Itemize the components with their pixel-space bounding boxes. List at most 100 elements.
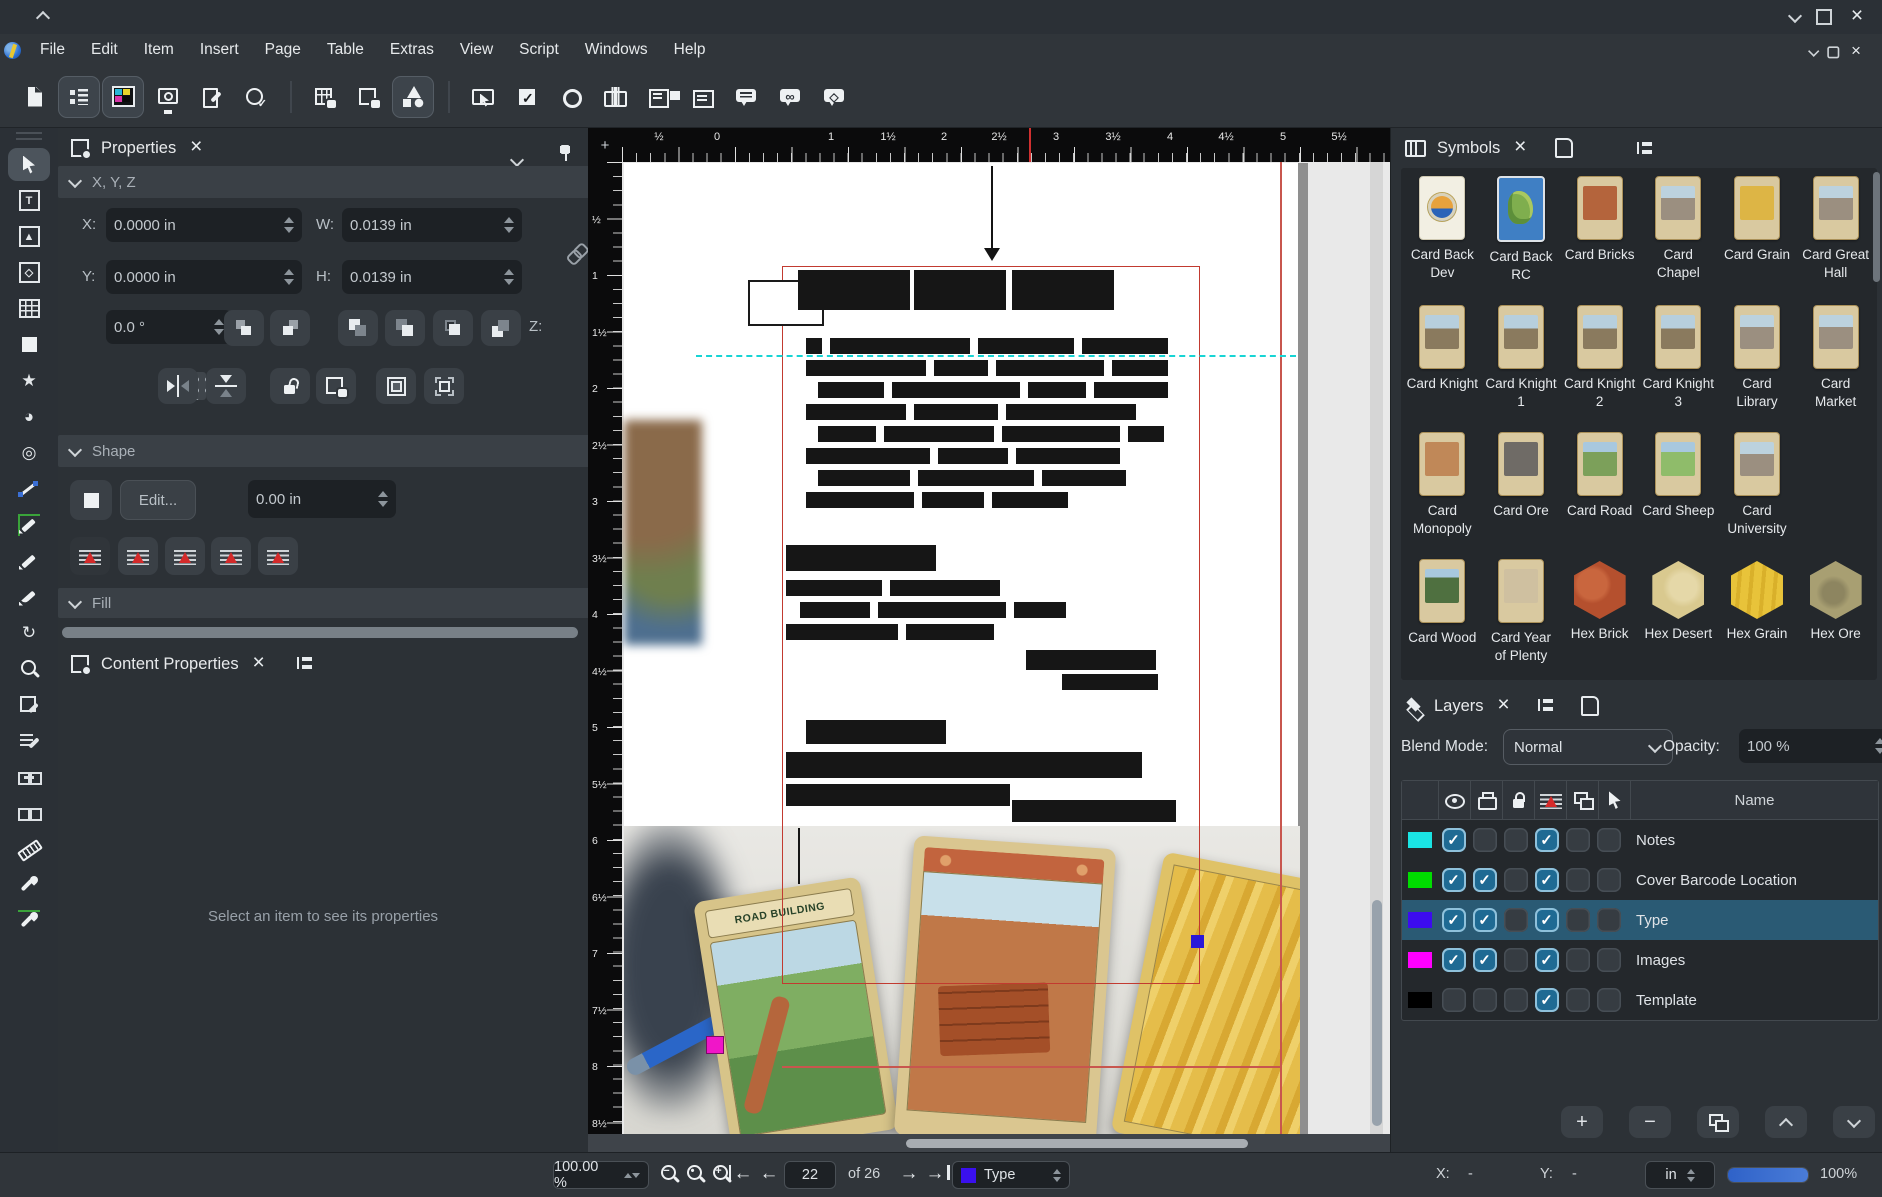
shape-edit-button[interactable]: Edit...: [120, 480, 196, 520]
layer-name[interactable]: Images: [1624, 952, 1878, 969]
layer-printer-checkbox[interactable]: [1473, 868, 1497, 892]
layer-printer-checkbox[interactable]: [1473, 948, 1497, 972]
insert-render-frame-tool[interactable]: [8, 256, 50, 289]
symbol-thumbnail-knight[interactable]: [1577, 305, 1623, 369]
textflow-contour-button[interactable]: [211, 537, 251, 575]
insert-text-frame-tool[interactable]: [8, 184, 50, 217]
layer-lock-checkbox[interactable]: [1504, 828, 1528, 852]
symbol-item[interactable]: Card Back Dev: [1403, 176, 1482, 291]
layer-eye-checkbox[interactable]: [1442, 988, 1466, 1012]
pdf-checkbox-button[interactable]: [506, 76, 548, 118]
lower-layer-button[interactable]: [1833, 1106, 1875, 1138]
layer-cursor-checkbox[interactable]: [1597, 868, 1621, 892]
layer-color-cell[interactable]: [1402, 872, 1438, 888]
rotate-ccw-button[interactable]: [224, 310, 264, 346]
toolbar-grip[interactable]: [16, 138, 42, 140]
window-close-icon[interactable]: [1846, 6, 1868, 28]
unit-dropdown[interactable]: in: [1645, 1161, 1715, 1189]
layer-printer-checkbox[interactable]: [1473, 828, 1497, 852]
layer-eye-checkbox[interactable]: [1442, 948, 1466, 972]
rotation-input[interactable]: 0.0 °: [106, 310, 232, 344]
textflow-off-button[interactable]: [70, 537, 110, 575]
type-layer-handle[interactable]: [1191, 935, 1204, 948]
rotate-item-tool[interactable]: [8, 616, 50, 649]
menu-item-item[interactable]: Item: [131, 41, 187, 59]
pdf-radio-button-button[interactable]: [550, 76, 592, 118]
menu-item-windows[interactable]: Windows: [572, 41, 661, 59]
window-maximize-icon[interactable]: [1816, 9, 1832, 25]
properties-close-icon[interactable]: [185, 137, 207, 159]
layer-color-swatch[interactable]: [1408, 832, 1432, 848]
symbol-item[interactable]: Card Sheep: [1639, 432, 1718, 545]
duplicate-layer-button[interactable]: [1697, 1106, 1739, 1138]
symbol-thumbnail-building[interactable]: [1734, 432, 1780, 496]
zoom-default-button[interactable]: •: [682, 1161, 708, 1187]
symbol-thumbnail-building[interactable]: [1655, 176, 1701, 240]
raise-to-top-button[interactable]: [338, 310, 378, 346]
insert-polygon-tool[interactable]: [8, 364, 50, 397]
layer-objects-checkbox[interactable]: [1566, 948, 1590, 972]
vertical-ruler[interactable]: ½11½22½33½44½55½66½77½88½: [588, 162, 622, 1134]
symbol-item[interactable]: Card Knight 2: [1560, 305, 1639, 418]
layer-cursor-checkbox[interactable]: [1597, 828, 1621, 852]
print-preview-button[interactable]: [146, 76, 188, 118]
symbol-item[interactable]: Card Knight 3: [1639, 305, 1718, 418]
flip-horizontal-button[interactable]: [158, 368, 198, 404]
story-editor-tool[interactable]: [8, 724, 50, 757]
blend-mode-dropdown[interactable]: Normal: [1503, 729, 1673, 765]
layer-color-cell[interactable]: [1402, 832, 1438, 848]
previous-page-button[interactable]: ←: [756, 1161, 782, 1187]
textflow-clip-button[interactable]: [258, 537, 298, 575]
toggle-grid-lock-button[interactable]: [304, 76, 346, 118]
layer-eye-checkbox[interactable]: [1442, 908, 1466, 932]
insert-arc-tool[interactable]: [8, 400, 50, 433]
y-input[interactable]: 0.0000 in: [106, 260, 302, 294]
layer-row-cover-barcode-location[interactable]: Cover Barcode Location: [1402, 860, 1878, 900]
insert-spiral-tool[interactable]: [8, 436, 50, 469]
menu-item-extras[interactable]: Extras: [377, 41, 447, 59]
symbol-item[interactable]: Card Library: [1718, 305, 1797, 418]
pdf-push-button-button[interactable]: [462, 76, 504, 118]
horizontal-scrollbar[interactable]: [588, 1134, 1390, 1152]
layer-lock-checkbox[interactable]: [1504, 868, 1528, 892]
measurements-tool[interactable]: [8, 832, 50, 865]
window-minimize-icon[interactable]: [1788, 10, 1802, 24]
pdf-list-box-button[interactable]: [638, 76, 680, 118]
raise-layer-button[interactable]: [1765, 1106, 1807, 1138]
eye-dropper-tool[interactable]: [8, 904, 50, 937]
document-outline-button[interactable]: [58, 76, 100, 118]
layer-printer-checkbox[interactable]: [1473, 988, 1497, 1012]
content-properties-menu-icon[interactable]: [293, 653, 315, 675]
copy-item-properties-tool[interactable]: [8, 868, 50, 901]
symbol-thumbnail-knight[interactable]: [1655, 305, 1701, 369]
layer-objects-checkbox[interactable]: [1566, 828, 1590, 852]
layer-color-swatch[interactable]: [1408, 952, 1432, 968]
symbol-thumbnail-back-dev[interactable]: [1419, 176, 1465, 240]
symbol-item[interactable]: Card Back RC: [1482, 176, 1561, 291]
symbols-close-icon[interactable]: [1509, 137, 1531, 159]
insert-bezier-curve-tool[interactable]: [8, 508, 50, 541]
raise-button[interactable]: [385, 310, 425, 346]
rotate-cw-button[interactable]: [270, 310, 310, 346]
textflow-frame-button[interactable]: [118, 537, 158, 575]
pdf-3d-annotation-button[interactable]: [814, 76, 856, 118]
symbol-item[interactable]: Card Chapel: [1639, 176, 1718, 291]
lower-button[interactable]: [433, 310, 473, 346]
layer-color-swatch[interactable]: [1408, 872, 1432, 888]
layer-cursor-checkbox[interactable]: [1597, 908, 1621, 932]
layers-close-icon[interactable]: [1493, 695, 1515, 717]
link-wh-icon[interactable]: [560, 237, 591, 268]
section-shape[interactable]: Shape: [58, 435, 598, 467]
symbol-item[interactable]: Card Road: [1560, 432, 1639, 545]
horizontal-scrollbar-handle[interactable]: [906, 1139, 1248, 1148]
properties-pin-icon[interactable]: [554, 142, 576, 164]
shape-selector-button[interactable]: [70, 480, 112, 520]
pdf-combo-box-button[interactable]: [682, 76, 724, 118]
content-properties-close-icon[interactable]: [248, 653, 270, 675]
remove-layer-button[interactable]: −: [1629, 1106, 1671, 1138]
layer-row-notes[interactable]: Notes: [1402, 820, 1878, 860]
mdi-restore-icon[interactable]: [1827, 46, 1839, 58]
layer-lock-checkbox[interactable]: [1504, 948, 1528, 972]
layer-cursor-checkbox[interactable]: [1597, 988, 1621, 1012]
lock-item-button[interactable]: [270, 368, 310, 404]
